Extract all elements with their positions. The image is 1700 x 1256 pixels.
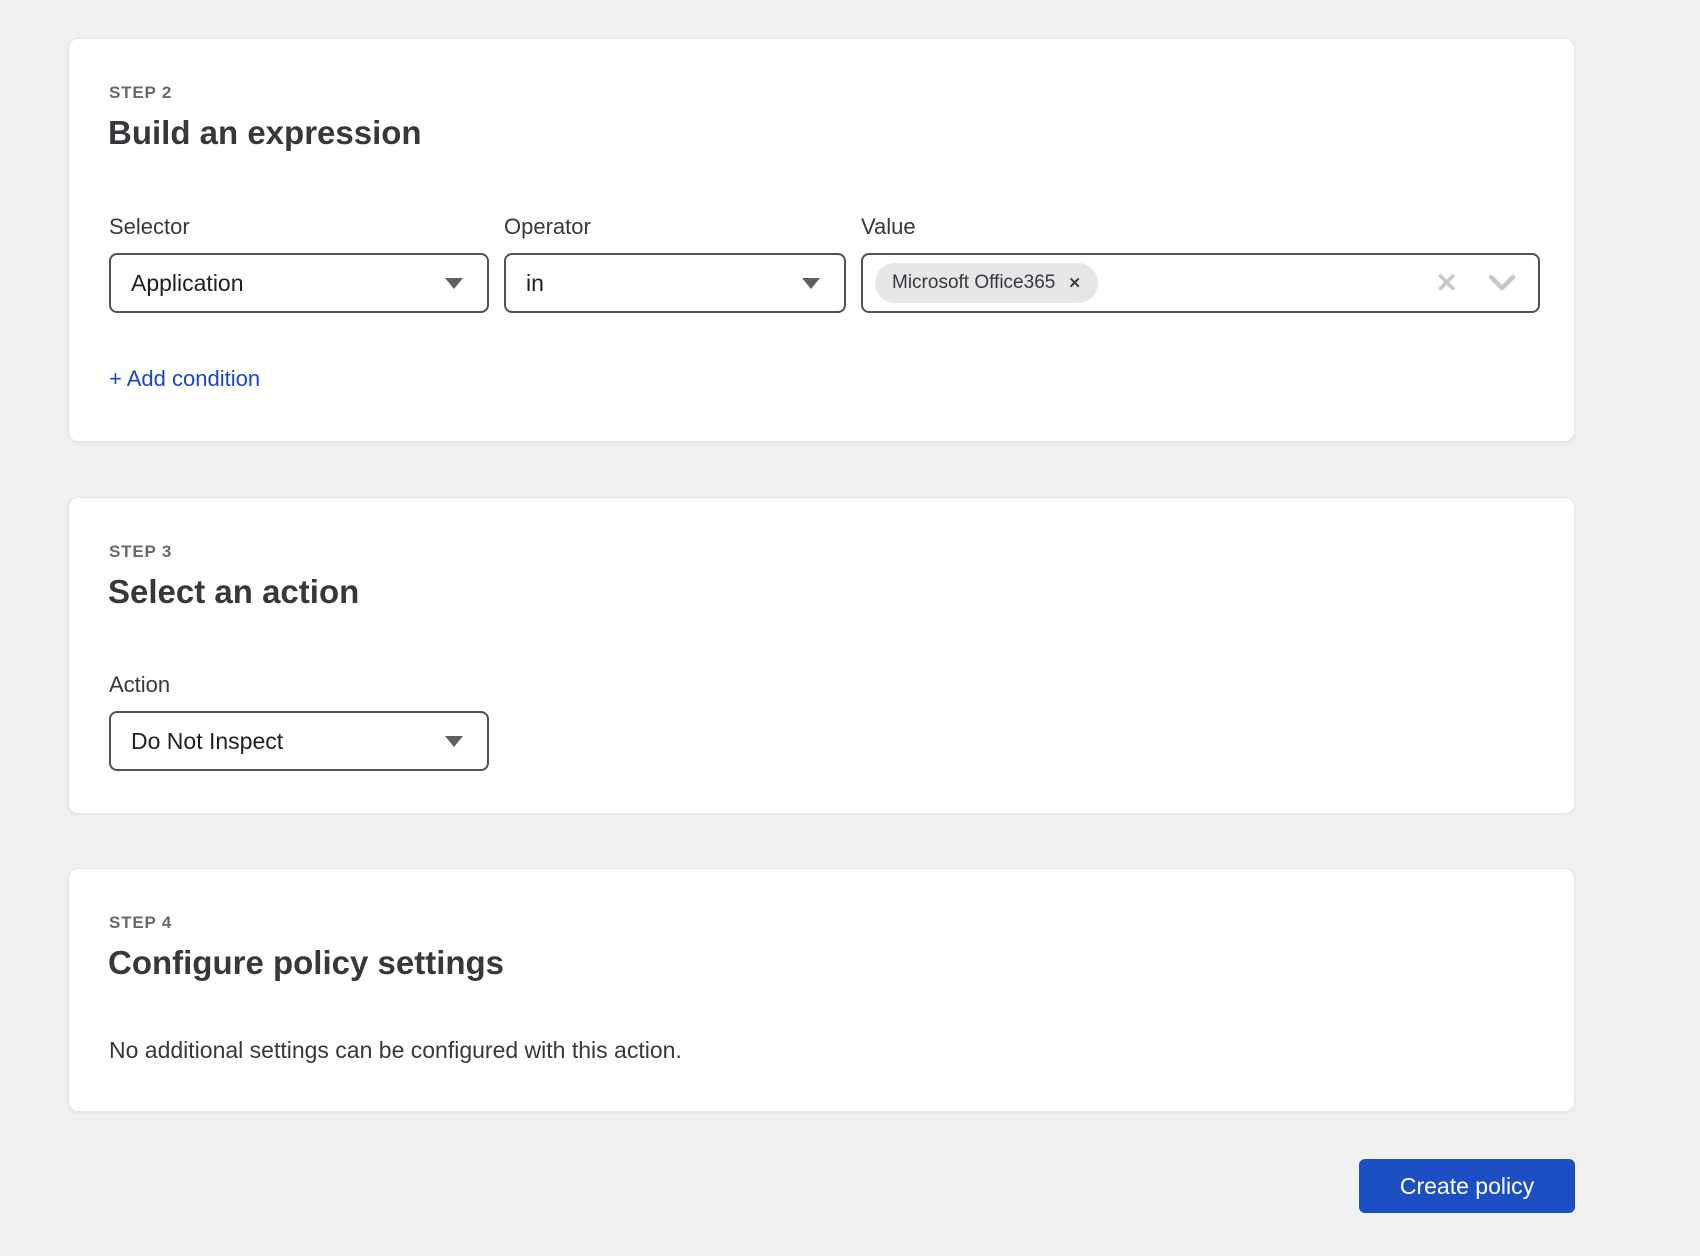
step4-card: STEP 4 Configure policy settings No addi… xyxy=(68,868,1575,1112)
operator-label: Operator xyxy=(504,214,846,240)
operator-dropdown-value: in xyxy=(526,270,544,297)
chevron-down-icon[interactable] xyxy=(1488,274,1516,292)
selector-dropdown[interactable]: Application xyxy=(109,253,489,313)
step4-label: STEP 4 xyxy=(109,913,172,933)
step3-label: STEP 3 xyxy=(109,542,172,562)
caret-down-icon xyxy=(445,278,463,289)
step2-label: STEP 2 xyxy=(109,83,172,103)
step3-title: Select an action xyxy=(108,570,359,614)
step3-card: STEP 3 Select an action Action Do Not In… xyxy=(68,497,1575,814)
action-field: Action Do Not Inspect xyxy=(109,672,489,771)
action-dropdown[interactable]: Do Not Inspect xyxy=(109,711,489,771)
expression-fields-row: Selector Application Operator in Value M… xyxy=(109,214,1540,313)
operator-field: Operator in xyxy=(504,214,846,313)
add-condition-link[interactable]: + Add condition xyxy=(109,366,260,392)
caret-down-icon xyxy=(445,736,463,747)
tag-remove-icon[interactable]: ✕ xyxy=(1068,276,1081,291)
operator-dropdown[interactable]: in xyxy=(504,253,846,313)
value-field: Value Microsoft Office365 ✕ ✕ xyxy=(861,214,1540,313)
value-tag: Microsoft Office365 ✕ xyxy=(875,263,1098,303)
value-tag-text: Microsoft Office365 xyxy=(892,272,1055,294)
step2-title: Build an expression xyxy=(108,111,422,155)
step4-title: Configure policy settings xyxy=(108,941,504,985)
action-label: Action xyxy=(109,672,489,698)
value-multiselect[interactable]: Microsoft Office365 ✕ ✕ xyxy=(861,253,1540,313)
selector-label: Selector xyxy=(109,214,489,240)
step2-card: STEP 2 Build an expression Selector Appl… xyxy=(68,38,1575,442)
selector-dropdown-value: Application xyxy=(131,270,244,297)
caret-down-icon xyxy=(802,278,820,289)
settings-info-text: No additional settings can be configured… xyxy=(109,1035,682,1065)
clear-all-icon[interactable]: ✕ xyxy=(1435,270,1458,297)
action-dropdown-value: Do Not Inspect xyxy=(131,728,283,755)
selector-field: Selector Application xyxy=(109,214,489,313)
create-policy-button[interactable]: Create policy xyxy=(1359,1159,1575,1213)
value-label: Value xyxy=(861,214,1540,240)
